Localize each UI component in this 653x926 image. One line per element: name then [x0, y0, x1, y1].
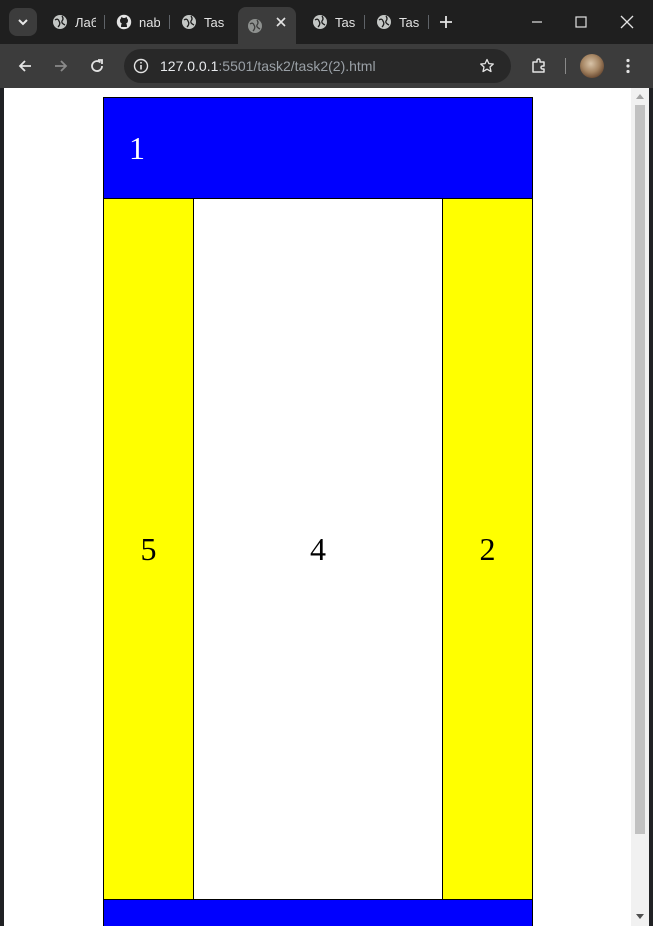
globe-icon — [182, 15, 196, 29]
address-bar[interactable]: 127.0.0.1:5501/task2/task2(2).html — [124, 49, 511, 83]
tab-separator — [364, 15, 365, 29]
footer-block — [103, 899, 533, 926]
minimize-icon[interactable] — [527, 12, 547, 32]
center-block-label: 4 — [310, 530, 326, 567]
close-tab-icon[interactable] — [274, 15, 288, 29]
vertical-scrollbar[interactable] — [631, 88, 649, 926]
address-path: :5501/task2/task2(2).html — [218, 58, 376, 74]
globe-icon — [53, 15, 67, 29]
tab-6[interactable]: Tas — [376, 7, 420, 37]
tab-separator — [428, 15, 429, 29]
scroll-up-arrow-icon[interactable] — [636, 94, 644, 99]
toolbar-divider — [565, 58, 566, 74]
header-block: 1 — [103, 97, 533, 199]
address-host: 127.0.0.1 — [160, 58, 219, 74]
github-icon — [116, 14, 132, 30]
tab-1[interactable]: Лаб — [52, 7, 96, 37]
globe-icon — [248, 18, 262, 33]
more-menu-icon[interactable] — [618, 56, 638, 76]
tab-active[interactable] — [238, 7, 296, 44]
tab-5-label: Tas — [335, 14, 356, 30]
tab-3[interactable]: Tasl — [181, 7, 225, 37]
scrollbar-thumb[interactable] — [635, 105, 645, 834]
tab-5[interactable]: Tas — [312, 7, 356, 37]
close-window-icon[interactable] — [617, 12, 637, 32]
tab-1-label: Лаб — [75, 14, 96, 30]
site-info-icon[interactable] — [133, 58, 149, 74]
left-column-label: 5 — [140, 530, 157, 567]
header-block-label: 1 — [129, 129, 145, 166]
reload-icon[interactable] — [87, 56, 107, 76]
tab-3-label: Tasl — [204, 14, 225, 30]
tab-separator — [104, 15, 105, 29]
tab-strip: Лаб nab Tasl Tas Tas — [0, 0, 653, 44]
page-viewport: 1 5 4 2 — [4, 88, 631, 926]
browser-window: Лаб nab Tasl Tas Tas 127.0.0.1:5501/task… — [0, 0, 653, 926]
globe-icon — [313, 15, 327, 29]
browser-toolbar: 127.0.0.1:5501/task2/task2(2).html — [0, 44, 653, 88]
tab-6-label: Tas — [399, 14, 420, 30]
globe-icon — [377, 15, 391, 29]
tab-separator — [169, 15, 170, 29]
profile-avatar[interactable] — [580, 54, 604, 78]
right-column-label: 2 — [479, 530, 496, 567]
tab-search-button[interactable] — [9, 8, 37, 36]
window-frame — [649, 88, 653, 926]
extensions-puzzle-icon[interactable] — [529, 56, 549, 76]
maximize-icon[interactable] — [571, 12, 591, 32]
page-layout: 1 5 4 2 — [103, 97, 533, 926]
new-tab-icon[interactable] — [436, 12, 456, 32]
center-block: 4 — [193, 198, 443, 900]
left-column-block: 5 — [103, 198, 194, 900]
bookmark-star-icon[interactable] — [479, 58, 495, 74]
scroll-down-arrow-icon[interactable] — [636, 914, 644, 919]
chevron-down-icon — [18, 19, 28, 26]
forward-arrow-icon[interactable] — [51, 56, 71, 76]
back-arrow-icon[interactable] — [15, 56, 35, 76]
right-column-block: 2 — [442, 198, 533, 900]
address-url[interactable]: 127.0.0.1:5501/task2/task2(2).html — [160, 58, 376, 74]
tab-2-label: nab — [139, 14, 160, 30]
tab-2[interactable]: nab — [116, 7, 160, 37]
